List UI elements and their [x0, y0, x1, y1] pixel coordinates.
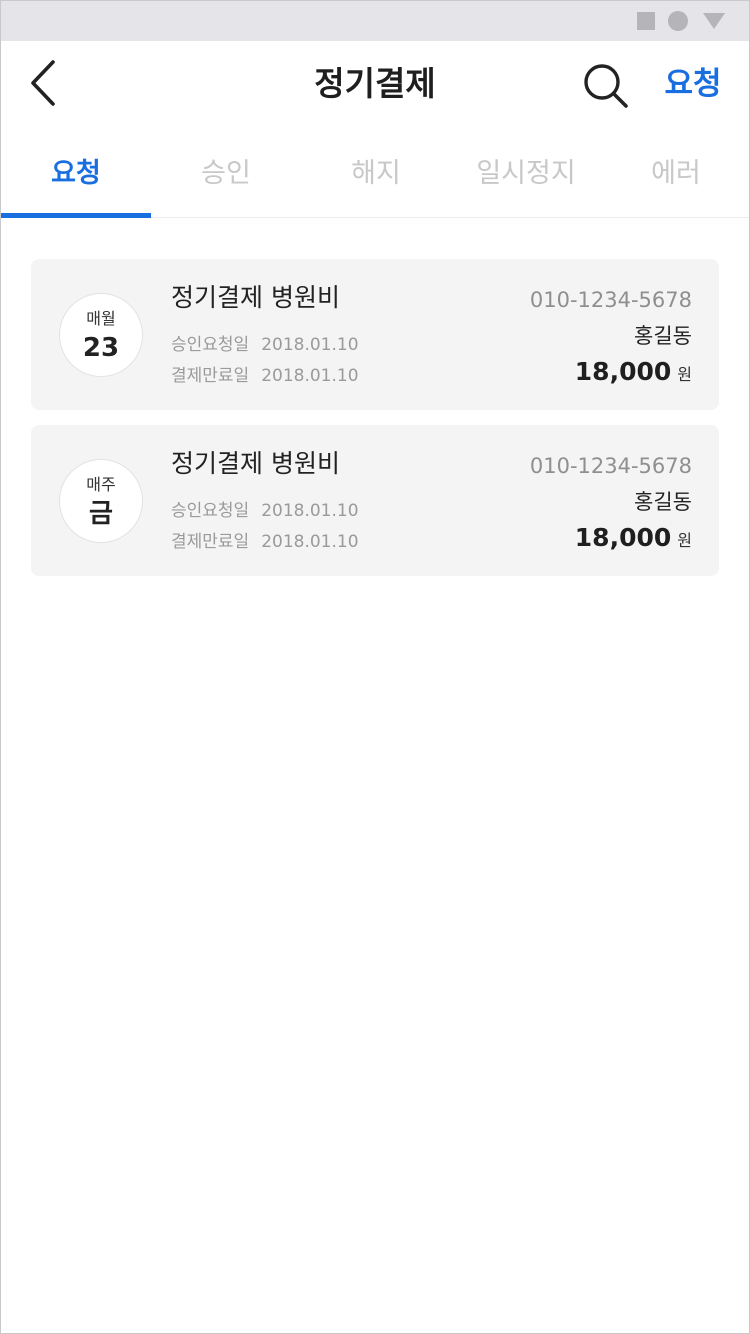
search-button[interactable] [577, 57, 633, 113]
customer-name: 홍길동 [634, 324, 692, 348]
active-tab-indicator [1, 213, 151, 218]
payment-card[interactable]: 매주 금 정기결제 병원비 승인요청일 2018.01.10 결제만료일 2018.… [31, 425, 719, 576]
billing-cycle-badge: 매월 23 [59, 293, 143, 377]
request-date-value: 2018.01.10 [261, 501, 359, 521]
request-button[interactable]: 요청 [653, 61, 733, 107]
search-icon [584, 64, 628, 108]
phone-number: 010-1234-5678 [529, 454, 692, 478]
request-date-label: 승인요청일 [171, 501, 250, 521]
tab-bar: 요청 승인 해지 일시정지 에러 [1, 129, 749, 218]
tab-error[interactable]: 에러 [601, 129, 749, 217]
cycle-value: 23 [82, 333, 120, 363]
app-screen: 정기결제 요청 요청 승인 해지 일시정지 에러 매월 23 정기결제 병원비 … [0, 0, 750, 1334]
request-date-row: 승인요청일 2018.01.10 [171, 333, 359, 357]
phone-number: 010-1234-5678 [529, 288, 692, 312]
currency-unit: 원 [677, 365, 692, 384]
expire-date-label: 결제만료일 [171, 366, 250, 386]
cycle-label: 매주 [86, 475, 116, 494]
expire-date-row: 결제만료일 2018.01.10 [171, 530, 359, 554]
header: 정기결제 요청 [1, 41, 749, 129]
request-date-row: 승인요청일 2018.01.10 [171, 499, 359, 523]
amount-value: 18,000 [574, 357, 672, 386]
tab-approved[interactable]: 승인 [151, 129, 301, 217]
amount-value: 18,000 [574, 523, 672, 552]
cycle-label: 매월 [86, 309, 116, 328]
expire-date-label: 결제만료일 [171, 532, 250, 552]
status-square-icon [637, 12, 655, 30]
currency-unit: 원 [677, 531, 692, 550]
billing-cycle-badge: 매주 금 [59, 459, 143, 543]
tab-request[interactable]: 요청 [1, 129, 151, 217]
tab-paused[interactable]: 일시정지 [451, 129, 601, 217]
amount-line: 18,000 원 [575, 355, 692, 392]
expire-date-value: 2018.01.10 [261, 532, 359, 552]
amount-line: 18,000 원 [575, 521, 692, 558]
card-title: 정기결제 병원비 [171, 283, 340, 312]
card-title: 정기결제 병원비 [171, 449, 340, 478]
status-circle-icon [668, 11, 688, 31]
tab-cancelled[interactable]: 해지 [301, 129, 451, 217]
expire-date-row: 결제만료일 2018.01.10 [171, 364, 359, 388]
payment-card[interactable]: 매월 23 정기결제 병원비 승인요청일 2018.01.10 결제만료일 2018… [31, 259, 719, 410]
expire-date-value: 2018.01.10 [261, 366, 359, 386]
request-date-label: 승인요청일 [171, 335, 250, 355]
customer-name: 홍길동 [634, 490, 692, 514]
cycle-value: 금 [89, 499, 113, 529]
status-triangle-icon [703, 13, 725, 29]
request-date-value: 2018.01.10 [261, 335, 359, 355]
status-bar [1, 1, 749, 41]
page-title: 정기결제 [314, 64, 436, 103]
